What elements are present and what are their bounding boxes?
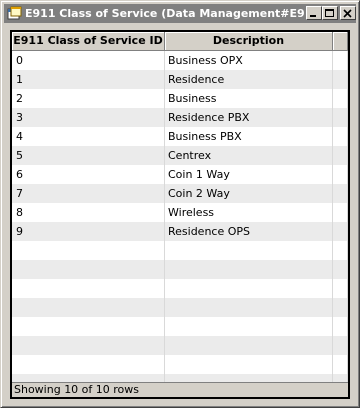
empty-table-row <box>12 336 348 355</box>
cell-id: 7 <box>12 184 165 203</box>
cell-id: 2 <box>12 89 165 108</box>
class-of-service-table: E911 Class of Service ID Description 0 Bu… <box>10 30 350 399</box>
cell-description: Wireless <box>165 203 333 222</box>
cell-id: 9 <box>12 222 165 241</box>
status-bar: Showing 10 of 10 rows <box>12 382 348 397</box>
empty-table-row <box>12 241 348 260</box>
column-header-id[interactable]: E911 Class of Service ID <box>12 32 165 50</box>
maximize-icon <box>325 9 334 17</box>
cell-description: Business PBX <box>165 127 333 146</box>
cell-id: 4 <box>12 127 165 146</box>
cell-spacer <box>333 203 348 222</box>
cell-spacer <box>333 222 348 241</box>
cell-spacer <box>333 89 348 108</box>
cell-id <box>12 355 165 374</box>
cell-description: Coin 2 Way <box>165 184 333 203</box>
title-bar[interactable]: E911 Class of Service (Data Management#E… <box>4 4 356 23</box>
cell-id: 5 <box>12 146 165 165</box>
table-row[interactable]: 1 Residence <box>12 70 348 89</box>
table-row[interactable]: 5 Centrex <box>12 146 348 165</box>
cell-id <box>12 260 165 279</box>
empty-table-row <box>12 317 348 336</box>
app-window-icon <box>7 6 22 20</box>
cell-spacer <box>333 70 348 89</box>
cell-spacer <box>333 241 348 260</box>
cell-spacer <box>333 184 348 203</box>
cell-spacer <box>333 279 348 298</box>
cell-id <box>12 298 165 317</box>
cell-description <box>165 336 333 355</box>
maximize-button[interactable] <box>322 6 338 20</box>
table-row[interactable]: 3 Residence PBX <box>12 108 348 127</box>
cell-spacer <box>333 127 348 146</box>
table-header: E911 Class of Service ID Description <box>12 32 348 51</box>
cell-description <box>165 260 333 279</box>
cell-spacer <box>333 108 348 127</box>
empty-table-row <box>12 260 348 279</box>
table-row[interactable]: 2 Business <box>12 89 348 108</box>
empty-table-row <box>12 298 348 317</box>
cell-id <box>12 241 165 260</box>
table-body: 0 Business OPX 1 Residence 2 Business 3 Residen… <box>12 51 348 393</box>
cell-description: Coin 1 Way <box>165 165 333 184</box>
row-count-status: Showing 10 of 10 rows <box>14 383 140 396</box>
cell-id <box>12 317 165 336</box>
cell-spacer <box>333 51 348 70</box>
cell-id <box>12 336 165 355</box>
cell-id: 3 <box>12 108 165 127</box>
e911-class-of-service-window: E911 Class of Service (Data Management#E… <box>0 0 360 408</box>
table-row[interactable]: 9 Residence OPS <box>12 222 348 241</box>
cell-description: Business OPX <box>165 51 333 70</box>
column-header-description[interactable]: Description <box>165 32 333 50</box>
cell-description <box>165 298 333 317</box>
cell-description <box>165 279 333 298</box>
cell-spacer <box>333 355 348 374</box>
minimize-button[interactable] <box>306 6 322 20</box>
cell-spacer <box>333 298 348 317</box>
cell-spacer <box>333 336 348 355</box>
close-button[interactable] <box>340 6 356 20</box>
cell-spacer <box>333 165 348 184</box>
close-icon <box>343 9 352 18</box>
column-header-spacer <box>333 32 348 50</box>
cell-id: 0 <box>12 51 165 70</box>
empty-table-row <box>12 279 348 298</box>
window-title: E911 Class of Service (Data Management#E… <box>25 7 305 20</box>
minimize-icon <box>310 15 316 17</box>
cell-id <box>12 279 165 298</box>
cell-id: 1 <box>12 70 165 89</box>
table-row[interactable]: 8 Wireless <box>12 203 348 222</box>
cell-description: Residence OPS <box>165 222 333 241</box>
cell-description: Centrex <box>165 146 333 165</box>
cell-spacer <box>333 260 348 279</box>
cell-id: 8 <box>12 203 165 222</box>
cell-description: Residence PBX <box>165 108 333 127</box>
table-row[interactable]: 4 Business PBX <box>12 127 348 146</box>
table-row[interactable]: 7 Coin 2 Way <box>12 184 348 203</box>
cell-description: Residence <box>165 70 333 89</box>
cell-id: 6 <box>12 165 165 184</box>
cell-description <box>165 241 333 260</box>
empty-table-row <box>12 355 348 374</box>
cell-description <box>165 317 333 336</box>
cell-description <box>165 355 333 374</box>
cell-spacer <box>333 317 348 336</box>
table-row[interactable]: 0 Business OPX <box>12 51 348 70</box>
table-row[interactable]: 6 Coin 1 Way <box>12 165 348 184</box>
cell-description: Business <box>165 89 333 108</box>
cell-spacer <box>333 146 348 165</box>
